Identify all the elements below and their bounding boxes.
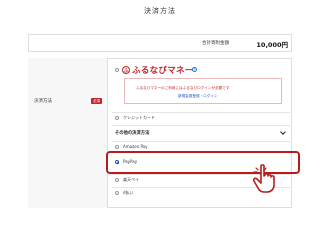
other-methods-label[interactable]: その他の決済方法: [115, 130, 149, 136]
hand-pointer-icon: [252, 164, 275, 193]
rakuten-pay-label[interactable]: 楽天ペイ: [123, 177, 139, 183]
total-summary: 合計寄附金額 10,000円: [28, 34, 292, 52]
login-notice-box: [124, 78, 282, 104]
furunavi-money-radio[interactable]: [115, 68, 119, 72]
login-notice-text: ふるなびマネーのご利用にはふるなびログインが必要です: [136, 86, 230, 90]
credit-card-label[interactable]: クレジットカード: [123, 115, 155, 121]
info-icon[interactable]: ?: [192, 67, 197, 72]
amazon-pay-radio[interactable]: [115, 145, 119, 149]
d-barai-radio[interactable]: [115, 191, 119, 195]
total-amount: 10,000円: [256, 40, 288, 49]
payment-method-label: 決済方法: [34, 99, 52, 104]
page-title: 決済方法: [144, 7, 176, 15]
required-badge: 必須: [91, 98, 102, 104]
rakuten-pay-radio[interactable]: [115, 178, 119, 182]
credit-card-radio[interactable]: [115, 116, 119, 120]
amazon-pay-label[interactable]: Amazon Pay: [123, 144, 148, 149]
furunavi-money-label[interactable]: ふるなびマネー: [132, 64, 194, 76]
total-label: 合計寄附金額: [202, 41, 229, 46]
register-login-link[interactable]: 新規会員登録・ログイン: [178, 94, 218, 99]
furunavi-logo: ふ: [122, 66, 130, 74]
payment-label-cell: [28, 58, 108, 208]
d-barai-label[interactable]: d払い: [123, 190, 134, 196]
